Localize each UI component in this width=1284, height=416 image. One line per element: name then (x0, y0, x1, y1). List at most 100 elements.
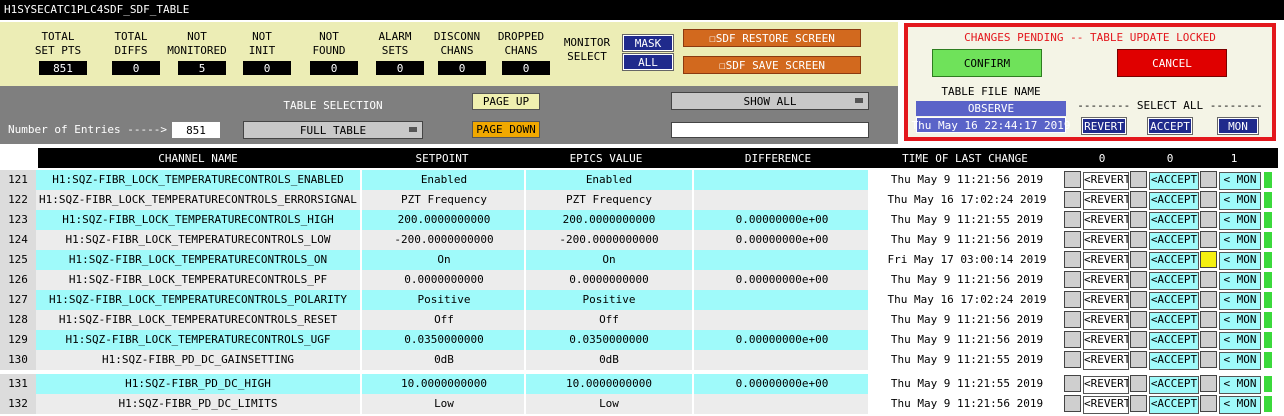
row-mon-button[interactable]: < MON (1219, 332, 1261, 350)
row-mon-button[interactable]: < MON (1219, 272, 1261, 290)
accept-checkbox[interactable] (1130, 271, 1147, 288)
revert-checkbox[interactable] (1064, 231, 1081, 248)
row-revert-button[interactable]: <REVERT (1083, 192, 1129, 210)
mask-button[interactable]: MASK (622, 34, 674, 52)
page-down-button[interactable]: PAGE DOWN (472, 121, 540, 138)
row-number: 132 (0, 394, 36, 414)
row-revert-button[interactable]: <REVERT (1083, 252, 1129, 270)
select-all-accept-button[interactable]: ACCEPT (1147, 117, 1193, 135)
revert-checkbox[interactable] (1064, 395, 1081, 412)
row-accept-button[interactable]: <ACCEPT (1149, 292, 1199, 310)
table-row: 121 H1:SQZ-FIBR_LOCK_TEMPERATURECONTROLS_… (0, 170, 1284, 190)
row-revert-button[interactable]: <REVERT (1083, 272, 1129, 290)
select-all-revert-button[interactable]: REVERT (1081, 117, 1127, 135)
row-revert-button[interactable]: <REVERT (1083, 232, 1129, 250)
sdf-restore-screen-button[interactable]: ☐SDF RESTORE SCREEN (683, 29, 861, 47)
mon-checkbox[interactable] (1200, 211, 1217, 228)
revert-checkbox[interactable] (1064, 271, 1081, 288)
mon-checkbox[interactable] (1200, 231, 1217, 248)
row-mon-button[interactable]: < MON (1219, 212, 1261, 230)
mon-checkbox[interactable] (1200, 271, 1217, 288)
row-mon-button[interactable]: < MON (1219, 292, 1261, 310)
row-number: 124 (0, 230, 36, 250)
time-of-last-change: Thu May 16 17:02:24 2019 (868, 290, 1064, 310)
accept-checkbox[interactable] (1130, 375, 1147, 392)
row-revert-button[interactable]: <REVERT (1083, 376, 1129, 394)
row-accept-button[interactable]: <ACCEPT (1149, 396, 1199, 414)
row-accept-button[interactable]: <ACCEPT (1149, 192, 1199, 210)
select-all-mon-button[interactable]: MON (1217, 117, 1259, 135)
page-up-button[interactable]: PAGE UP (472, 93, 540, 110)
mon-checkbox[interactable] (1200, 251, 1217, 268)
row-mon-button[interactable]: < MON (1219, 192, 1261, 210)
sdf-save-screen-button[interactable]: ☐SDF SAVE SCREEN (683, 56, 861, 74)
revert-checkbox[interactable] (1064, 291, 1081, 308)
row-mon-button[interactable]: < MON (1219, 232, 1261, 250)
revert-checkbox[interactable] (1064, 311, 1081, 328)
accept-checkbox[interactable] (1130, 311, 1147, 328)
accept-checkbox[interactable] (1130, 251, 1147, 268)
status-led-indicator (1264, 312, 1272, 328)
table-selection-dropdown[interactable]: FULL TABLE (243, 121, 423, 139)
accept-checkbox[interactable] (1130, 351, 1147, 368)
revert-checkbox[interactable] (1064, 191, 1081, 208)
all-button[interactable]: ALL (622, 53, 674, 71)
mon-checkbox[interactable] (1200, 395, 1217, 412)
revert-checkbox[interactable] (1064, 251, 1081, 268)
row-revert-button[interactable]: <REVERT (1083, 172, 1129, 190)
row-revert-button[interactable]: <REVERT (1083, 332, 1129, 350)
revert-checkbox[interactable] (1064, 171, 1081, 188)
row-mon-button[interactable]: < MON (1219, 252, 1261, 270)
revert-checkbox[interactable] (1064, 211, 1081, 228)
row-accept-button[interactable]: <ACCEPT (1149, 376, 1199, 394)
time-of-last-change: Thu May 9 11:21:55 2019 (868, 350, 1064, 370)
accept-checkbox[interactable] (1130, 231, 1147, 248)
stat-label-line1: NOT (319, 30, 339, 43)
table-file-name-label: TABLE FILE NAME (941, 84, 1041, 98)
row-accept-button[interactable]: <ACCEPT (1149, 252, 1199, 270)
mon-checkbox[interactable] (1200, 375, 1217, 392)
show-all-dropdown[interactable]: SHOW ALL (671, 92, 869, 110)
difference-value: 0.00000000e+00 (692, 374, 870, 394)
mon-checkbox[interactable] (1200, 331, 1217, 348)
mon-checkbox[interactable] (1200, 311, 1217, 328)
accept-checkbox[interactable] (1130, 211, 1147, 228)
mon-checkbox[interactable] (1200, 351, 1217, 368)
mon-checkbox[interactable] (1200, 291, 1217, 308)
row-mon-button[interactable]: < MON (1219, 376, 1261, 394)
row-mon-button[interactable]: < MON (1219, 172, 1261, 190)
row-accept-button[interactable]: <ACCEPT (1149, 172, 1199, 190)
row-revert-button[interactable]: <REVERT (1083, 212, 1129, 230)
row-revert-button[interactable]: <REVERT (1083, 352, 1129, 370)
mon-checkbox[interactable] (1200, 171, 1217, 188)
row-accept-button[interactable]: <ACCEPT (1149, 232, 1199, 250)
row-revert-button[interactable]: <REVERT (1083, 292, 1129, 310)
column-header-epics-value: EPICS VALUE (524, 148, 688, 168)
accept-checkbox[interactable] (1130, 291, 1147, 308)
accept-checkbox[interactable] (1130, 171, 1147, 188)
status-led-indicator (1264, 332, 1272, 348)
row-accept-button[interactable]: <ACCEPT (1149, 272, 1199, 290)
row-accept-button[interactable]: <ACCEPT (1149, 312, 1199, 330)
accept-checkbox[interactable] (1130, 191, 1147, 208)
row-mon-button[interactable]: < MON (1219, 396, 1261, 414)
row-revert-button[interactable]: <REVERT (1083, 312, 1129, 330)
mon-checkbox[interactable] (1200, 191, 1217, 208)
revert-checkbox[interactable] (1064, 331, 1081, 348)
row-revert-button[interactable]: <REVERT (1083, 396, 1129, 414)
confirm-button[interactable]: CONFIRM (932, 49, 1042, 77)
row-accept-button[interactable]: <ACCEPT (1149, 352, 1199, 370)
cancel-button[interactable]: CANCEL (1117, 49, 1227, 77)
revert-checkbox[interactable] (1064, 351, 1081, 368)
difference-value: 0.00000000e+00 (692, 210, 870, 230)
row-mon-button[interactable]: < MON (1219, 312, 1261, 330)
row-accept-button[interactable]: <ACCEPT (1149, 212, 1199, 230)
table-file-name-value: OBSERVE (916, 101, 1066, 116)
accept-checkbox[interactable] (1130, 395, 1147, 412)
setpoint-value: Enabled (360, 170, 526, 190)
row-mon-button[interactable]: < MON (1219, 352, 1261, 370)
filter-input[interactable] (671, 122, 869, 138)
accept-checkbox[interactable] (1130, 331, 1147, 348)
row-accept-button[interactable]: <ACCEPT (1149, 332, 1199, 350)
revert-checkbox[interactable] (1064, 375, 1081, 392)
